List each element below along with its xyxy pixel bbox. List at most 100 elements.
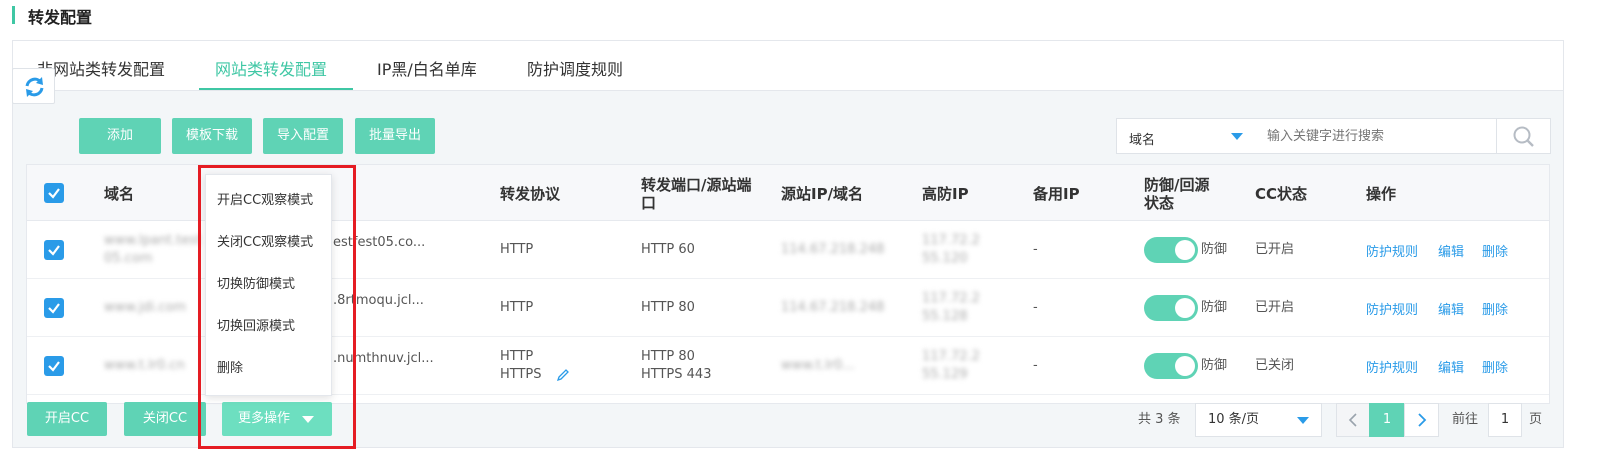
row-domain: www.jdi.com: [104, 300, 187, 315]
batch-export-button[interactable]: 批量导出: [355, 118, 435, 154]
select-all-checkbox[interactable]: [44, 183, 64, 203]
menu-item-switch-defense-mode[interactable]: 切换防御模式: [206, 264, 331, 306]
total-count: 共 3 条: [1138, 412, 1181, 427]
row-checkbox[interactable]: [44, 240, 64, 260]
toggle-knob: [1175, 356, 1195, 376]
template-download-button[interactable]: 模板下载: [172, 118, 252, 154]
goto-page-input[interactable]: 1: [1488, 403, 1522, 437]
header-backup-ip: 备用IP: [1033, 185, 1080, 203]
next-page-button[interactable]: [1404, 403, 1439, 437]
header-cc-state: CC状态: [1255, 185, 1308, 203]
toggle-knob: [1175, 240, 1195, 260]
row-domain: www.t.lr0.cn: [104, 358, 185, 373]
disable-cc-button[interactable]: 关闭CC: [124, 402, 206, 436]
row-protocol: HTTP: [500, 300, 534, 315]
row-cc-status: 已开启: [1255, 242, 1295, 257]
tab-protection-schedule-rules[interactable]: 防护调度规则: [527, 56, 623, 80]
page-title-accent-bar: [12, 6, 15, 24]
row-backup-ip: -: [1033, 300, 1038, 315]
menu-item-switch-origin-mode[interactable]: 切换回源模式: [206, 306, 331, 348]
chevron-down-icon: [1297, 417, 1309, 424]
refresh-icon: [25, 77, 44, 97]
page-size-value: 10 条/页: [1208, 412, 1260, 427]
row-cname: .8rtmoqu.jcl...: [333, 293, 424, 308]
tab-ip-black-white-list[interactable]: IP黑/白名单库: [377, 56, 477, 80]
more-actions-label: 更多操作: [238, 411, 291, 426]
row-ports-http: HTTP 80: [641, 349, 695, 364]
defense-toggle[interactable]: [1144, 353, 1198, 379]
prev-page-button[interactable]: [1336, 403, 1370, 437]
protection-rules-link[interactable]: 防护规则: [1366, 241, 1418, 260]
row-cname: estfest05.co...: [333, 235, 426, 250]
delete-link[interactable]: 删除: [1482, 299, 1508, 318]
check-icon: [48, 245, 60, 256]
row-origin: 114.67.218.248: [781, 300, 885, 315]
page-title: 转发配置: [28, 8, 93, 27]
row-high-defense-ip: 117.72.255.128: [922, 291, 980, 324]
row-defense-label: 防御: [1201, 242, 1228, 257]
protection-rules-link[interactable]: 防护规则: [1366, 299, 1418, 318]
chevron-down-icon: [1231, 133, 1243, 140]
menu-item-enable-cc-observe[interactable]: 开启CC观察模式: [206, 180, 331, 222]
defense-toggle[interactable]: [1144, 295, 1198, 321]
check-icon: [48, 361, 60, 372]
row-defense-label: 防御: [1201, 358, 1228, 373]
row-domain: www.lpant.test05.com: [104, 233, 202, 266]
row-ports-https: HTTPS 443: [641, 367, 712, 382]
delete-link[interactable]: 删除: [1482, 241, 1508, 260]
search-field-value: 域名: [1129, 133, 1156, 148]
refresh-button[interactable]: [12, 68, 55, 104]
row-high-defense-ip: 117.72.255.129: [922, 349, 980, 382]
defense-toggle[interactable]: [1144, 237, 1198, 263]
add-button[interactable]: 添加: [79, 118, 161, 154]
row-ports: HTTP 80: [641, 300, 695, 315]
menu-item-disable-cc-observe[interactable]: 关闭CC观察模式: [206, 222, 331, 264]
header-origin: 源站IP/域名: [781, 185, 864, 203]
row-cc-status: 已关闭: [1255, 358, 1295, 373]
check-icon: [48, 303, 60, 314]
search-icon: [1513, 126, 1534, 147]
header-actions: 操作: [1366, 185, 1397, 203]
row-protocol-https: HTTPS: [500, 367, 542, 382]
row-cc-status: 已开启: [1255, 300, 1295, 315]
page-unit-label: 页: [1529, 412, 1543, 427]
header-domain: 域名: [104, 185, 135, 203]
header-protocol: 转发协议: [500, 185, 561, 203]
search-button[interactable]: [1496, 118, 1551, 154]
header-defense-state: 防御/回源状态: [1144, 176, 1210, 212]
tab-website-forwarding[interactable]: 网站类转发配置: [215, 56, 327, 80]
import-config-button[interactable]: 导入配置: [263, 118, 343, 154]
row-defense-label: 防御: [1201, 300, 1228, 315]
active-tab-indicator: [199, 88, 353, 90]
search-field-select[interactable]: 域名: [1116, 118, 1256, 154]
pencil-icon[interactable]: [555, 367, 571, 383]
row-checkbox[interactable]: [44, 298, 64, 318]
header-high-defense-ip: 高防IP: [922, 185, 969, 203]
row-cname: .numthnuv.jcl...: [333, 351, 434, 366]
row-high-defense-ip: 117.72.255.120: [922, 233, 980, 266]
menu-item-delete[interactable]: 删除: [206, 348, 331, 390]
edit-link[interactable]: 编辑: [1438, 357, 1464, 376]
row-protocol-http: HTTP: [500, 349, 534, 364]
protection-rules-link[interactable]: 防护规则: [1366, 357, 1418, 376]
more-actions-button[interactable]: 更多操作: [222, 402, 332, 436]
row-backup-ip: -: [1033, 358, 1038, 373]
row-backup-ip: -: [1033, 242, 1038, 257]
delete-link[interactable]: 删除: [1482, 357, 1508, 376]
edit-link[interactable]: 编辑: [1438, 299, 1464, 318]
enable-cc-button[interactable]: 开启CC: [27, 402, 107, 436]
row-ports: HTTP 60: [641, 242, 695, 257]
row-origin: 114.67.218.248: [781, 242, 885, 257]
tab-non-website-forwarding[interactable]: 非网站类转发配置: [37, 56, 165, 80]
edit-link[interactable]: 编辑: [1438, 241, 1464, 260]
header-ports: 转发端口/源站端口: [641, 176, 752, 212]
check-icon: [48, 188, 60, 199]
chevron-left-icon: [1348, 413, 1357, 427]
row-checkbox[interactable]: [44, 356, 64, 376]
more-actions-menu: 开启CC观察模式 关闭CC观察模式 切换防御模式 切换回源模式 删除: [205, 174, 332, 396]
search-input[interactable]: [1255, 118, 1497, 154]
page-size-select[interactable]: 10 条/页: [1195, 403, 1322, 437]
row-protocol: HTTP: [500, 242, 534, 257]
chevron-right-icon: [1418, 413, 1427, 427]
page-number-current[interactable]: 1: [1369, 403, 1405, 437]
